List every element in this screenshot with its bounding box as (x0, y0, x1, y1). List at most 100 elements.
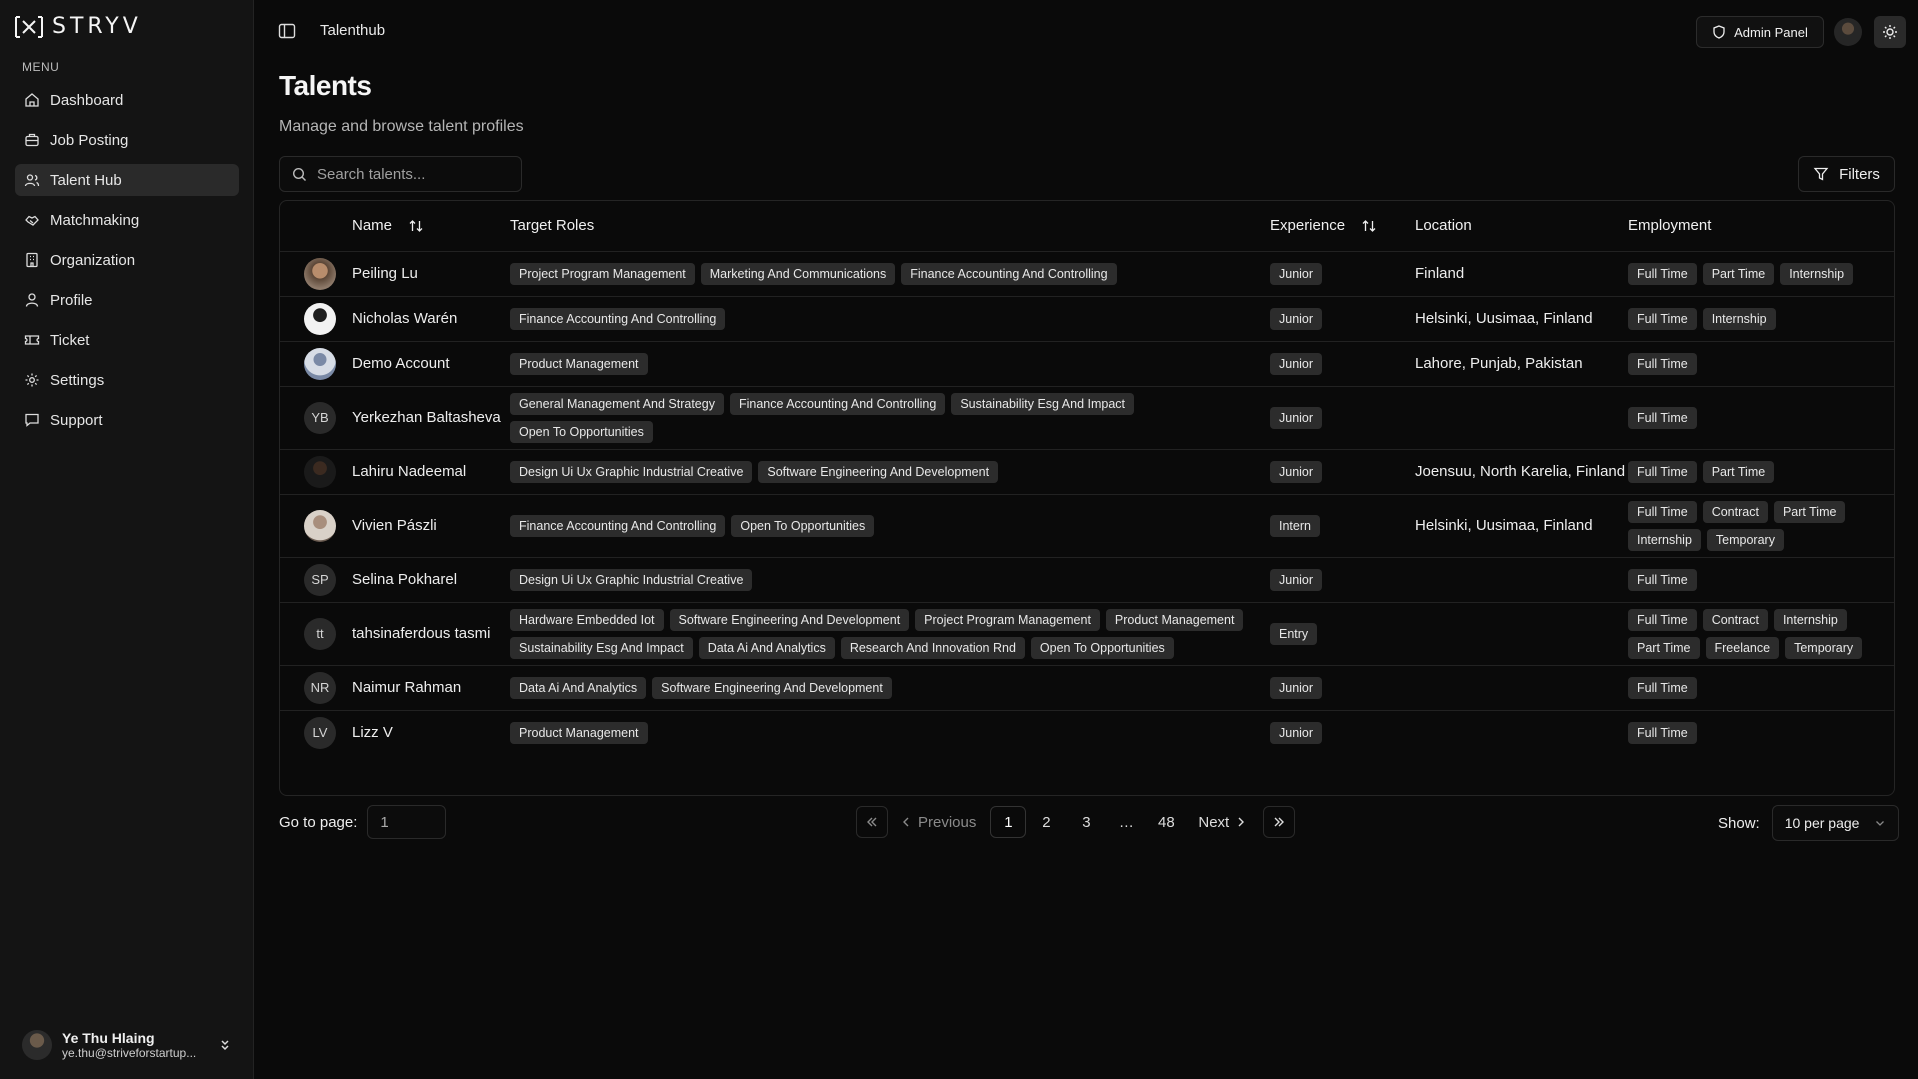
previous-page-button[interactable]: Previous (900, 806, 976, 838)
sidebar-item-ticket[interactable]: Ticket (15, 324, 239, 356)
theme-toggle-button[interactable] (1874, 16, 1906, 48)
show-label: Show: (1718, 814, 1760, 832)
table-row[interactable]: Vivien Pászli Finance Accounting And Cont… (280, 494, 1894, 557)
sidebar-item-label: Dashboard (50, 91, 124, 109)
sidebar-item-organization[interactable]: Organization (15, 244, 239, 276)
page-size-select[interactable]: 10 per page (1771, 805, 1899, 841)
employment-tag: Temporary (1785, 636, 1863, 659)
role-tag: Product Management (510, 721, 648, 744)
role-tag: Design Ui Ux Graphic Industrial Creative (510, 460, 753, 483)
breadcrumb[interactable]: Talenthub (320, 22, 385, 39)
logo[interactable]: STRYV (14, 14, 142, 39)
sidebar-item-label: Profile (50, 291, 93, 309)
pagination: Previous 1 2 3 … 48 Next (856, 805, 1296, 839)
table-row[interactable]: NR Naimur Rahman Data Ai And Analytics Soft… (280, 665, 1894, 710)
sidebar: STRYV MENU Dashboard Job Posting Talent Hu… (0, 0, 254, 1079)
avatar-initials: tt (316, 626, 324, 641)
experience-badge: Junior (1270, 407, 1323, 429)
column-header-name[interactable]: Name (352, 201, 510, 251)
admin-panel-button[interactable]: Admin Panel (1696, 16, 1824, 48)
experience-badge: Intern (1270, 515, 1320, 537)
page-3-button[interactable]: 3 (1066, 806, 1106, 838)
talent-name[interactable]: Naimur Rahman (352, 665, 510, 710)
employment-tag: Full Time (1628, 352, 1697, 375)
go-to-page: Go to page: (279, 805, 447, 839)
employment-tag: Full Time (1628, 500, 1697, 523)
first-page-button[interactable] (856, 806, 888, 838)
go-to-page-input[interactable] (367, 805, 447, 839)
page-48-button[interactable]: 48 (1146, 806, 1186, 838)
next-page-button[interactable]: Next (1198, 806, 1247, 838)
table-row[interactable]: Nicholas Warén Finance Accounting And Con… (280, 296, 1894, 341)
role-tags: Finance Accounting And Controlling Open T… (510, 514, 1250, 537)
talent-name[interactable]: Peiling Lu (352, 251, 510, 296)
page-1-button[interactable]: 1 (990, 806, 1027, 838)
sidebar-item-talent-hub[interactable]: Talent Hub (15, 164, 239, 196)
sort-icon[interactable] (408, 218, 424, 234)
table-row[interactable]: YB Yerkezhan Baltasheva General Management… (280, 386, 1894, 449)
chevron-down-icon (1875, 821, 1884, 826)
employment-tags: Full Time Part Time Internship (1628, 262, 1868, 285)
sidebar-toggle-icon[interactable] (278, 22, 296, 40)
sort-icon[interactable] (1361, 218, 1377, 234)
employment-tag: Part Time (1702, 262, 1775, 285)
user-menu[interactable]: Ye Thu Hlaing ye.thu@striveforstartup... (22, 1025, 232, 1065)
talent-name[interactable]: Selina Pokharel (352, 557, 510, 602)
avatar[interactable] (1834, 18, 1862, 46)
sidebar-item-profile[interactable]: Profile (15, 284, 239, 316)
column-header-experience[interactable]: Experience (1270, 201, 1415, 251)
search-box[interactable] (279, 156, 522, 192)
logo-text: STRYV (52, 14, 142, 39)
sidebar-item-support[interactable]: Support (15, 404, 239, 436)
role-tag: Design Ui Ux Graphic Industrial Creative (510, 568, 753, 591)
avatar (304, 302, 336, 335)
employment-tag: Part Time (1702, 460, 1775, 483)
avatar-initials: LV (312, 725, 328, 740)
avatar (304, 509, 336, 542)
table-row[interactable]: SP Selina Pokharel Design Ui Ux Graphic In… (280, 557, 1894, 602)
last-page-button[interactable] (1263, 806, 1296, 838)
table-row[interactable]: Demo Account Product Management Junior Laho… (280, 341, 1894, 386)
filters-button[interactable]: Filters (1798, 156, 1895, 192)
talent-name[interactable]: tahsinaferdous tasmi (352, 602, 510, 665)
role-tags: Hardware Embedded Iot Software Engineerin… (510, 608, 1250, 659)
table-row[interactable]: LV Lizz V Product Management Junior Full Tim… (280, 710, 1894, 755)
role-tag: Project Program Management (510, 262, 695, 285)
search-input[interactable] (317, 165, 497, 183)
table-row[interactable]: Lahiru Nadeemal Design Ui Ux Graphic Indu… (280, 449, 1894, 494)
experience-badge: Entry (1270, 623, 1318, 645)
sidebar-item-matchmaking[interactable]: Matchmaking (15, 204, 239, 236)
table-row[interactable]: Peiling Lu Project Program Management Mark… (280, 251, 1894, 296)
pagination-ellipsis: … (1118, 813, 1134, 831)
location: Finland (1415, 265, 1465, 282)
experience-badge: Junior (1270, 677, 1323, 699)
employment-tag: Part Time (1628, 636, 1700, 659)
role-tag: Open To Opportunities (1030, 636, 1174, 659)
talent-name[interactable]: Yerkezhan Baltasheva (352, 386, 510, 449)
sun-icon (1883, 25, 1897, 39)
role-tags: Data Ai And Analytics Software Engineerin… (510, 676, 1250, 699)
home-icon (25, 93, 39, 107)
employment-tag: Temporary (1706, 528, 1784, 551)
briefcase-icon (25, 133, 39, 147)
topbar: Talenthub Admin Panel (254, 0, 1918, 62)
sidebar-item-dashboard[interactable]: Dashboard (15, 84, 239, 116)
talent-name[interactable]: Lahiru Nadeemal (352, 449, 510, 494)
talent-name[interactable]: Vivien Pászli (352, 494, 510, 557)
role-tag: Open To Opportunities (731, 514, 875, 537)
avatar: NR (304, 671, 336, 704)
role-tag: Hardware Embedded Iot (510, 608, 664, 631)
sidebar-item-settings[interactable]: Settings (15, 364, 239, 396)
role-tag: Finance Accounting And Controlling (510, 307, 726, 330)
sidebar-nav: Dashboard Job Posting Talent Hub Matchmakin… (15, 84, 239, 444)
user-name: Ye Thu Hlaing (62, 1030, 155, 1046)
talent-name[interactable]: Nicholas Warén (352, 296, 510, 341)
chevrons-up-down-icon (221, 1040, 229, 1051)
talent-name[interactable]: Demo Account (352, 341, 510, 386)
sidebar-item-job-posting[interactable]: Job Posting (15, 124, 239, 156)
page-2-button[interactable]: 2 (1026, 806, 1066, 838)
table-row[interactable]: tt tahsinaferdous tasmi Hardware Embedded … (280, 602, 1894, 665)
talent-name[interactable]: Lizz V (352, 710, 510, 755)
employment-tag: Full Time (1628, 460, 1697, 483)
avatar: SP (304, 563, 336, 596)
